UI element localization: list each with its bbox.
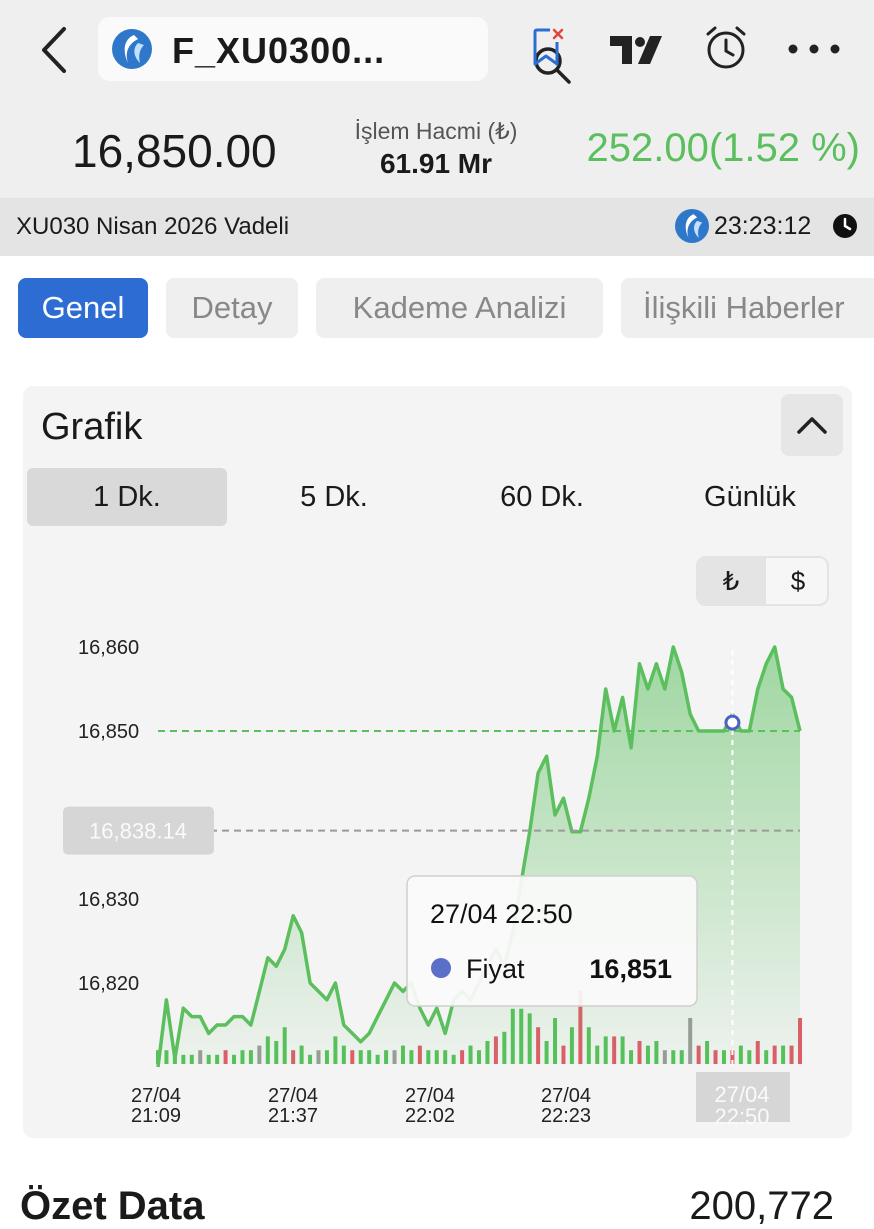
clock-icon xyxy=(833,214,857,238)
price-change: 252.00(1.52 %) xyxy=(586,126,860,171)
section-tabs: Genel Detay Kademe Analizi İlişkili Habe… xyxy=(0,276,874,340)
tab-kademe-analizi[interactable]: Kademe Analizi xyxy=(316,278,603,338)
volume-label: İşlem Hacmi (₺) xyxy=(354,118,518,144)
alarm-icon[interactable] xyxy=(702,24,750,72)
currency-toggle: ₺ $ xyxy=(696,556,829,606)
market-time: 23:23:12 xyxy=(714,212,812,240)
period-5-min[interactable]: 5 Dk. xyxy=(234,468,434,526)
period-daily[interactable]: Günlük xyxy=(650,468,850,526)
symbol-title: F_XU0300... xyxy=(172,30,386,71)
change-percent: (1.52 %) xyxy=(708,126,860,170)
symbol-search-box[interactable]: F_XU0300... xyxy=(98,17,571,84)
chart-card: Grafik 1 Dk. 5 Dk. 60 Dk. Günlük ₺ $ xyxy=(23,386,852,1138)
volume-value: 61.91 Mr xyxy=(379,148,493,179)
contract-name: XU030 Nisan 2026 Vadeli xyxy=(16,213,290,240)
currency-usd-button[interactable]: $ xyxy=(764,558,827,604)
back-button[interactable] xyxy=(28,22,78,78)
tab-genel[interactable]: Genel xyxy=(18,278,148,338)
chevron-up-icon xyxy=(797,417,827,434)
summary-value: 200,772 xyxy=(689,1184,834,1228)
card-title: Grafik xyxy=(41,406,143,448)
summary-label: Özet Data xyxy=(20,1184,205,1228)
tradingview-icon[interactable] xyxy=(608,34,664,66)
currency-try-button[interactable]: ₺ xyxy=(698,558,764,604)
contract-info-bar: XU030 Nisan 2026 Vadeli 23:23:12 xyxy=(0,198,874,256)
period-1-min[interactable]: 1 Dk. xyxy=(27,468,227,526)
bookmark-remove-icon[interactable] xyxy=(530,26,566,70)
last-price: 16,850.00 xyxy=(72,125,277,177)
period-60-min[interactable]: 60 Dk. xyxy=(442,468,642,526)
collapse-button[interactable] xyxy=(781,394,843,456)
more-icon[interactable] xyxy=(786,42,842,56)
top-bar: F_XU0300... 16,850.00 İşlem Hacmi (₺) 61… xyxy=(0,0,874,198)
broker-logo xyxy=(112,29,152,69)
tab-iliskili-haberler[interactable]: İlişkili Haberler xyxy=(621,278,874,338)
tab-detay[interactable]: Detay xyxy=(166,278,298,338)
change-value: 252.00 xyxy=(586,126,709,170)
back-icon xyxy=(42,27,66,73)
broker-logo-small xyxy=(675,209,709,243)
